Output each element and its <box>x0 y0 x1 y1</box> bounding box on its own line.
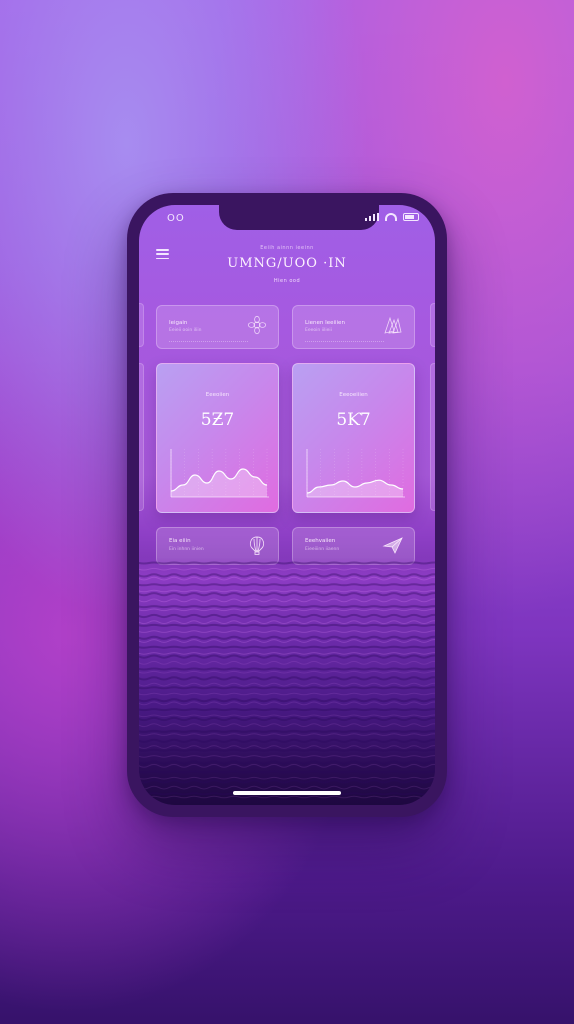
wave-line <box>139 779 435 784</box>
page-title: UMNG/UOO ·IN <box>227 256 347 271</box>
card-sublabel: Ein inhnn iinien <box>169 547 204 552</box>
signal-icon <box>365 213 379 221</box>
phone-screen: OO Eeiih ainnn ieeinn UMNG/UOO ·IN Hien … <box>139 205 435 805</box>
wave-line <box>139 598 435 603</box>
flower-icon <box>247 315 267 335</box>
wave-line <box>139 613 435 619</box>
info-card[interactable]: Ieigain Eeieii ooin iliin <box>156 305 279 349</box>
card-label: Lienen Ieeiiien <box>305 320 345 326</box>
stat-sparkline <box>306 449 405 498</box>
wave-line <box>139 660 435 665</box>
wave-line <box>139 623 435 627</box>
battery-icon <box>403 213 419 221</box>
wave-line <box>139 729 435 733</box>
wave-line <box>139 745 435 749</box>
wave-line <box>139 573 435 578</box>
wave-line <box>139 795 435 799</box>
card-sublabel: Eieeiiinn iiaenn <box>305 547 340 552</box>
wave-line <box>139 635 435 640</box>
wave-line <box>139 760 435 765</box>
info-card[interactable]: Lienen Ieeiiien Eeeoin iilieii <box>292 305 415 349</box>
sparkline-area <box>171 469 267 497</box>
sparkline-area <box>307 480 403 497</box>
cloth-icon <box>384 316 402 334</box>
wave-line <box>139 763 435 768</box>
wave-line <box>139 583 435 587</box>
stat-card[interactable]: Eeeoeiiien 5Ƙ7 <box>292 363 415 513</box>
divider <box>169 340 248 342</box>
home-indicator[interactable] <box>233 791 341 795</box>
header-overline: Eeiih ainnn ieeinn <box>260 245 314 251</box>
wave-line <box>139 620 435 625</box>
water-background <box>139 557 435 805</box>
wave-line <box>139 770 435 774</box>
wave-line <box>139 714 435 718</box>
status-bar: OO <box>139 213 435 229</box>
wave-line <box>139 608 435 612</box>
wave-line <box>139 676 435 681</box>
wave-line <box>139 738 435 743</box>
wave-line <box>139 686 435 690</box>
wave-line <box>139 567 435 571</box>
paper-plane-icon <box>382 537 403 554</box>
wave-line <box>139 589 435 593</box>
wave-line <box>139 776 435 780</box>
wave-line <box>139 716 435 722</box>
carousel-edge-right <box>430 363 435 511</box>
stat-sparkline <box>170 449 269 498</box>
wave-line <box>139 692 435 696</box>
balloon-icon <box>249 536 265 555</box>
wave-line <box>139 561 435 565</box>
wave-line <box>139 639 435 643</box>
wave-line <box>139 701 435 706</box>
wave-line <box>139 708 435 712</box>
wave-line <box>139 748 435 752</box>
card-label: Eeehvaiien <box>305 538 336 544</box>
wave-line <box>139 667 435 671</box>
wave-line <box>139 592 435 597</box>
carousel-edge-left <box>139 303 144 347</box>
wifi-icon <box>385 213 397 221</box>
wave-line <box>139 654 435 659</box>
wave-line <box>139 576 435 581</box>
wave-line <box>139 723 435 728</box>
card-sublabel: Eeeoin iilieii <box>305 328 332 333</box>
wave-line <box>139 630 435 633</box>
stat-card[interactable]: Eeeoiien 5Ƶ7 <box>156 363 279 513</box>
wave-texture <box>139 561 435 799</box>
wave-line <box>139 785 435 790</box>
wave-line <box>139 605 435 609</box>
wave-line <box>139 645 435 649</box>
wave-line <box>139 652 435 655</box>
card-label: Eia eiiin <box>169 538 191 544</box>
divider <box>305 340 384 342</box>
page-subtitle: Hien ood <box>273 278 301 284</box>
carousel-edge-left <box>139 363 144 511</box>
card-label: Ieigain <box>169 320 188 326</box>
wave-line <box>139 670 435 674</box>
carousel-edge-right <box>430 303 435 347</box>
wave-line <box>139 755 435 758</box>
wave-line <box>139 682 435 687</box>
status-time: OO <box>167 213 185 224</box>
phone-frame: OO Eeiih ainnn ieeinn UMNG/UOO ·IN Hien … <box>127 193 447 817</box>
card-sublabel: Eeieii ooin iliin <box>169 328 202 333</box>
wave-line <box>139 698 435 703</box>
wave-line <box>139 733 435 736</box>
